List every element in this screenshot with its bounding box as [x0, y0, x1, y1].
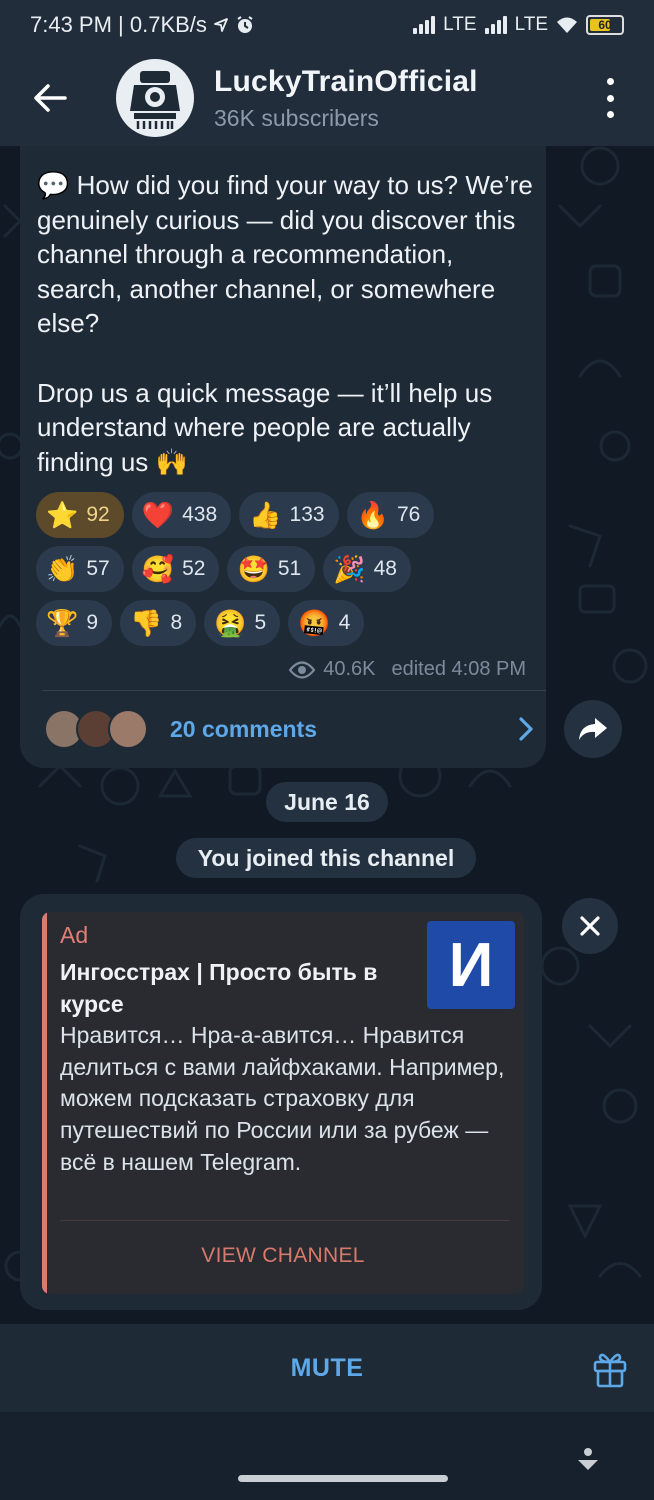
- reaction-clap[interactable]: 👏 57: [36, 546, 124, 592]
- reaction-count: 48: [373, 557, 397, 580]
- telegram-channel-screen: 7:43 PM | 0.7KB/s LTE LTE 60 LuckyTrainO…: [0, 0, 654, 1500]
- smiling-hearts-emoji-icon: 🥰: [141, 554, 175, 584]
- dot-icon: [606, 78, 614, 85]
- ad-title: Ингосстрах | Просто быть в курсе: [60, 959, 378, 1017]
- reaction-star[interactable]: ⭐ 92: [36, 492, 124, 538]
- alarm-icon: [237, 16, 253, 33]
- cursing-emoji-icon: 🤬: [298, 608, 331, 638]
- vomit-emoji-icon: 🤮: [214, 608, 247, 638]
- wifi-icon: [557, 17, 577, 33]
- reaction-heart[interactable]: ❤️ 438: [131, 492, 232, 538]
- thumbs-down-emoji-icon: 👎: [130, 608, 163, 638]
- date-separator: June 16: [266, 782, 388, 822]
- chevron-right-icon: [519, 717, 533, 741]
- reaction-trophy[interactable]: 🏆 9: [36, 600, 113, 646]
- comments-divider: [42, 690, 546, 691]
- channel-name[interactable]: LuckyTrainOfficial: [214, 65, 478, 99]
- share-arrow-icon: [579, 718, 607, 740]
- signal-icon-2: [484, 16, 507, 34]
- status-bar: 7:43 PM | 0.7KB/s LTE LTE 60: [0, 0, 654, 50]
- ad-logo-letter: И: [448, 930, 494, 1000]
- thumbs-up-emoji-icon: 👍: [249, 500, 282, 530]
- reaction-party[interactable]: 🎉 48: [323, 546, 411, 592]
- location-arrow-icon: [214, 18, 228, 32]
- trophy-emoji-icon: 🏆: [46, 608, 79, 638]
- share-button[interactable]: [564, 700, 622, 758]
- gift-icon[interactable]: [592, 1348, 628, 1388]
- reactions: ⭐ 92 ❤️ 438 👍 133 🔥 76 👏 57 🥰 52 🤩 51 🎉 48 🏆 9 👎 8…: [36, 492, 536, 654]
- system-navigation-area: [0, 1412, 654, 1500]
- heart-emoji-icon: ❤️: [141, 500, 175, 530]
- reaction-count: 92: [86, 503, 110, 526]
- reaction-star-struck[interactable]: 🤩 51: [227, 546, 316, 592]
- ad-text: Нравится… Нра-а-авится… Нравится делитьс…: [60, 1022, 505, 1175]
- signal-icon: [413, 16, 436, 34]
- fire-emoji-icon: 🔥: [356, 500, 389, 530]
- mute-button[interactable]: MUTE: [291, 1354, 364, 1383]
- reaction-fire[interactable]: 🔥 76: [346, 492, 435, 538]
- reaction-count: 438: [182, 503, 218, 526]
- post-meta: 40.6K edited 4:08 PM: [289, 658, 526, 681]
- battery-icon: 60: [586, 15, 624, 35]
- view-count: 40.6K: [323, 658, 376, 680]
- train-logo-icon: [130, 71, 180, 129]
- view-channel-button[interactable]: VIEW CHANNEL: [42, 1234, 524, 1278]
- ad-divider: [60, 1220, 510, 1221]
- reaction-count: 4: [338, 611, 351, 634]
- reaction-count: 9: [86, 611, 99, 634]
- ad-card[interactable]: Ad Ингосстрах | Просто быть в курсе И Нр…: [42, 912, 524, 1294]
- star-emoji-icon: ⭐: [46, 500, 79, 530]
- close-ad-button[interactable]: [562, 898, 618, 954]
- sponsored-message[interactable]: Ad Ингосстрах | Просто быть в курсе И Нр…: [20, 894, 542, 1310]
- more-options-button[interactable]: [592, 78, 628, 118]
- reaction-count: 133: [289, 503, 325, 526]
- comments-button[interactable]: 20 comments: [44, 706, 534, 752]
- reaction-cursing[interactable]: 🤬 4: [288, 600, 365, 646]
- reaction-count: 5: [254, 611, 267, 634]
- commenter-avatars: [44, 709, 148, 749]
- dot-icon: [606, 94, 614, 102]
- battery-level: 60: [598, 18, 612, 32]
- reaction-count: 57: [86, 557, 110, 580]
- joined-notice: You joined this channel: [176, 838, 476, 878]
- dot-icon: [606, 111, 614, 118]
- network-type-2: LTE: [514, 14, 548, 35]
- status-time: 7:43 PM | 0.7KB/s: [30, 12, 207, 37]
- back-button[interactable]: [20, 68, 80, 128]
- network-type-1: LTE: [443, 14, 477, 35]
- reaction-count: 8: [170, 611, 183, 634]
- reaction-vomit[interactable]: 🤮 5: [204, 600, 281, 646]
- avatar: [108, 709, 148, 749]
- channel-avatar[interactable]: [116, 59, 194, 137]
- star-struck-emoji-icon: 🤩: [237, 554, 270, 584]
- subscriber-count: 36K subscribers: [214, 104, 379, 131]
- home-indicator[interactable]: [238, 1475, 448, 1482]
- back-arrow-icon: [34, 84, 67, 112]
- ad-label: Ad: [60, 922, 89, 948]
- reaction-thumbs-down[interactable]: 👎 8: [120, 600, 197, 646]
- keyboard-hide-icon[interactable]: [574, 1446, 602, 1474]
- eye-icon: [289, 660, 316, 679]
- party-emoji-icon: 🎉: [333, 554, 366, 584]
- reaction-count: 76: [396, 503, 421, 526]
- bottom-action-bar: MUTE: [0, 1324, 654, 1412]
- close-icon: [580, 916, 600, 936]
- chat-header: LuckyTrainOfficial 36K subscribers: [0, 50, 654, 146]
- reaction-thumbs-up[interactable]: 👍 133: [239, 492, 339, 538]
- clap-emoji-icon: 👏: [46, 554, 79, 584]
- edited-time: edited 4:08 PM: [391, 658, 526, 680]
- comments-count: 20 comments: [170, 715, 318, 742]
- reaction-smiling-hearts[interactable]: 🥰 52: [131, 546, 220, 592]
- channel-post[interactable]: 💬 How did you find your way to us? We’re…: [20, 146, 546, 768]
- ad-logo: И: [427, 921, 515, 1009]
- reaction-count: 52: [182, 557, 206, 580]
- post-text: 💬 How did you find your way to us? We’re…: [37, 170, 533, 477]
- reaction-count: 51: [277, 557, 302, 580]
